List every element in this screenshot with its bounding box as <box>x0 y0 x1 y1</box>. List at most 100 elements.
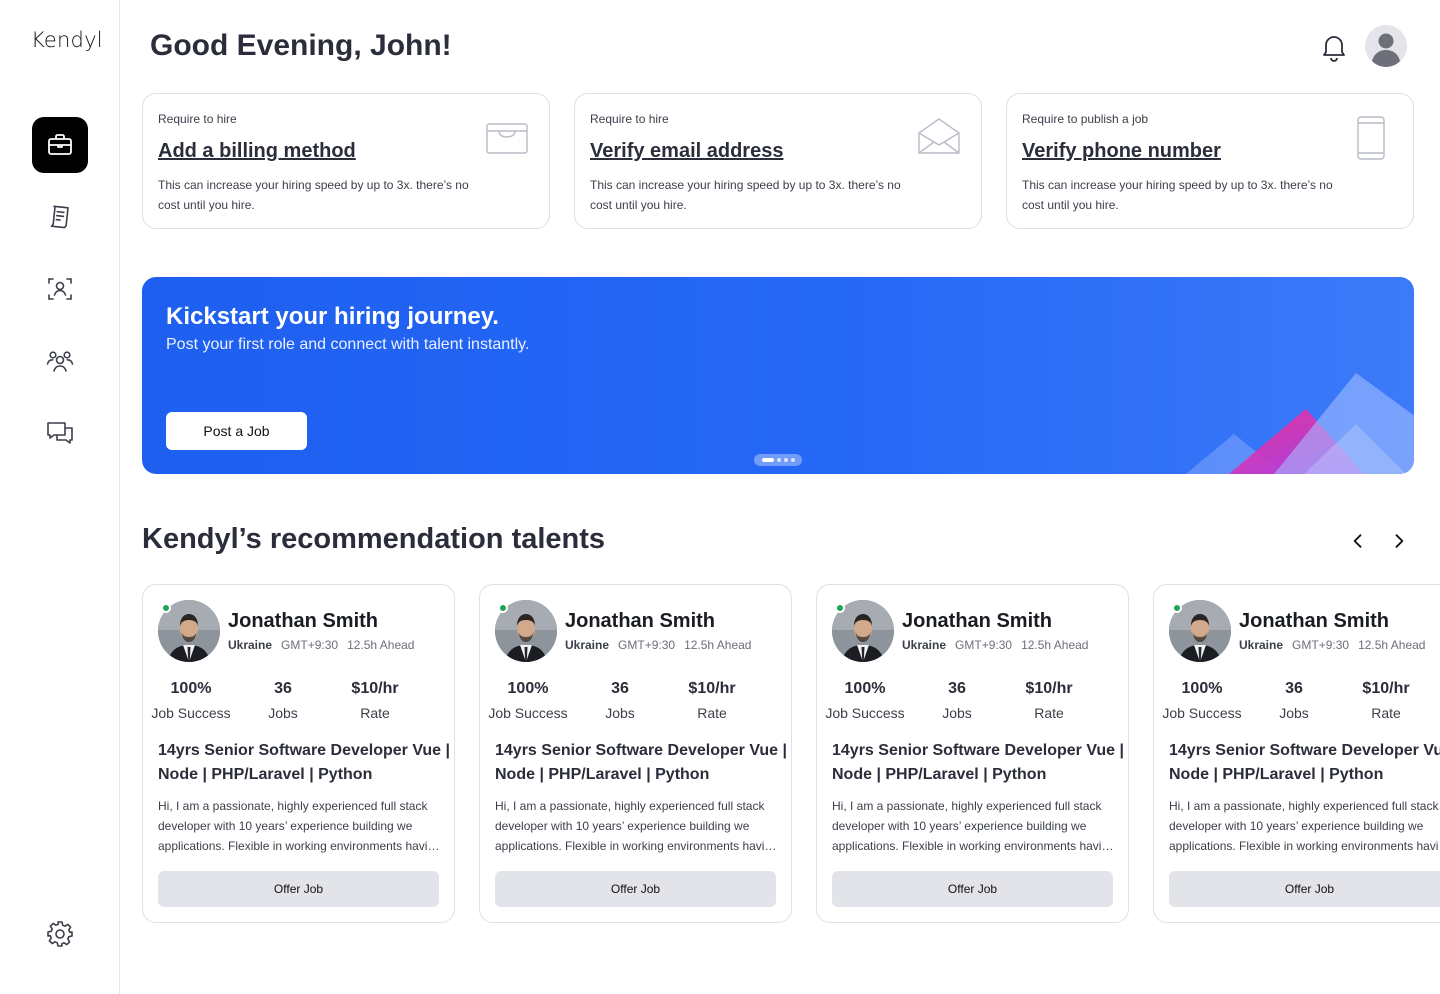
carousel-dot[interactable] <box>783 458 788 462</box>
talent-stat: $10/hr Rate <box>1331 680 1440 721</box>
talent-country: Ukraine <box>902 638 947 652</box>
offer-job-button[interactable]: Offer Job <box>158 871 439 907</box>
verify-phone-link[interactable]: Verify phone number <box>1022 140 1398 163</box>
gear-icon <box>47 921 73 947</box>
talent-name[interactable]: Jonathan Smith <box>902 610 1052 633</box>
sidebar: Kendyl <box>0 0 120 994</box>
sidebar-item-team[interactable] <box>32 333 88 389</box>
team-icon <box>46 351 74 372</box>
stat-label: Rate <box>1034 705 1064 721</box>
talent-bio: Hi, I am a passionate, highly experience… <box>1169 799 1440 853</box>
page-title: Good Evening, John! <box>150 29 452 62</box>
user-icon <box>1365 25 1407 67</box>
talent-headline: 14yrs Senior Software Developer Vue | No… <box>1169 742 1440 783</box>
talent-timezone: GMT+9:30 <box>281 638 339 652</box>
offer-job-button[interactable]: Offer Job <box>832 871 1113 907</box>
stat-value: $10/hr <box>351 680 399 697</box>
talent-card[interactable]: Jonathan Smith Ukraine GMT+9:30 12.5h Ahea… <box>816 584 1129 923</box>
section-title: Kendyl’s recommendation talents <box>142 523 606 555</box>
talent-name[interactable]: Jonathan Smith <box>1239 610 1389 633</box>
carousel-indicator <box>754 454 802 466</box>
carousel-dot[interactable] <box>790 458 795 462</box>
talent-location: Ukraine GMT+9:30 12.5h Ahead <box>228 638 414 652</box>
requirement-card-phone[interactable]: Require to publish a job Verify phone nu… <box>1006 93 1414 229</box>
carousel-next-button[interactable] <box>1386 528 1412 554</box>
requirement-card-email[interactable]: Require to hire Verify email address Thi… <box>574 93 982 229</box>
requirement-description: This can increase your hiring speed by u… <box>590 178 901 212</box>
stat-value: $10/hr <box>688 680 736 697</box>
sidebar-item-jobs[interactable] <box>32 117 88 173</box>
talent-name[interactable]: Jonathan Smith <box>228 610 378 633</box>
talent-country: Ukraine <box>1239 638 1284 652</box>
carousel-dot[interactable] <box>776 458 781 462</box>
talent-time-ahead: 12.5h Ahead <box>1021 638 1089 652</box>
talent-bio: Hi, I am a passionate, highly experience… <box>495 799 778 853</box>
verify-email-link[interactable]: Verify email address <box>590 140 966 163</box>
envelope-icon <box>918 118 960 154</box>
talent-card[interactable]: Jonathan Smith Ukraine GMT+9:30 12.5h Ahea… <box>479 584 792 923</box>
stat-label: Rate <box>697 705 727 721</box>
banner-title: Kickstart your hiring journey. <box>166 303 499 330</box>
talent-location: Ukraine GMT+9:30 12.5h Ahead <box>1239 638 1425 652</box>
add-billing-method-link[interactable]: Add a billing method <box>158 140 534 163</box>
talent-stat: $10/hr Rate <box>657 680 767 721</box>
talent-time-ahead: 12.5h Ahead <box>684 638 752 652</box>
online-status-dot <box>1172 603 1182 613</box>
requirement-description: This can increase your hiring speed by u… <box>158 178 469 212</box>
talent-country: Ukraine <box>228 638 273 652</box>
talent-stat: $10/hr Rate <box>320 680 430 721</box>
chevron-left-icon <box>1353 534 1362 548</box>
sidebar-item-settings[interactable] <box>32 906 88 962</box>
talent-time-ahead: 12.5h Ahead <box>1358 638 1426 652</box>
online-status-dot <box>161 603 171 613</box>
banner-subtitle: Post your first role and connect with ta… <box>166 336 530 353</box>
document-icon <box>50 205 69 229</box>
talent-card[interactable]: Jonathan Smith Ukraine GMT+9:30 12.5h Ahea… <box>142 584 455 923</box>
online-status-dot <box>498 603 508 613</box>
bell-icon <box>1323 36 1345 62</box>
requirement-kicker: Require to hire <box>158 112 237 126</box>
talent-time-ahead: 12.5h Ahead <box>347 638 415 652</box>
user-avatar[interactable] <box>1365 25 1407 67</box>
talent-headline: 14yrs Senior Software Developer Vue | No… <box>832 742 1124 783</box>
requirement-kicker: Require to publish a job <box>1022 112 1149 126</box>
banner-decoration <box>1186 373 1414 474</box>
hiring-banner: Kickstart your hiring journey. Post your… <box>142 277 1414 474</box>
phone-icon <box>1357 116 1385 160</box>
talent-bio: Hi, I am a passionate, highly experience… <box>832 799 1115 853</box>
offer-job-button[interactable]: Offer Job <box>1169 871 1440 907</box>
stat-value: $10/hr <box>1025 680 1073 697</box>
scan-user-icon <box>48 278 72 300</box>
talent-card[interactable]: Jonathan Smith Ukraine GMT+9:30 12.5h Ahea… <box>1153 584 1440 923</box>
briefcase-icon <box>48 134 72 155</box>
carousel-prev-button[interactable] <box>1345 528 1371 554</box>
talent-name[interactable]: Jonathan Smith <box>565 610 715 633</box>
sidebar-item-messages[interactable] <box>32 405 88 461</box>
stat-label: Rate <box>360 705 390 721</box>
talent-location: Ukraine GMT+9:30 12.5h Ahead <box>565 638 751 652</box>
talent-headline: 14yrs Senior Software Developer Vue | No… <box>495 742 787 783</box>
requirement-kicker: Require to hire <box>590 112 669 126</box>
talent-country: Ukraine <box>565 638 610 652</box>
sidebar-item-talent-search[interactable] <box>32 261 88 317</box>
notifications-button[interactable] <box>1318 31 1350 63</box>
carousel-dot[interactable] <box>761 458 774 462</box>
post-job-button[interactable]: Post a Job <box>166 412 307 450</box>
talent-location: Ukraine GMT+9:30 12.5h Ahead <box>902 638 1088 652</box>
requirement-card-billing[interactable]: Require to hire Add a billing method Thi… <box>142 93 550 229</box>
chevron-right-icon <box>1395 534 1404 548</box>
sidebar-item-contracts[interactable] <box>32 189 88 245</box>
talent-timezone: GMT+9:30 <box>1292 638 1350 652</box>
offer-job-button[interactable]: Offer Job <box>495 871 776 907</box>
stat-value: $10/hr <box>1362 680 1410 697</box>
online-status-dot <box>835 603 845 613</box>
talent-headline: 14yrs Senior Software Developer Vue | No… <box>158 742 450 783</box>
talent-timezone: GMT+9:30 <box>955 638 1013 652</box>
talent-bio: Hi, I am a passionate, highly experience… <box>158 799 441 853</box>
talent-stat: $10/hr Rate <box>994 680 1104 721</box>
stat-label: Rate <box>1371 705 1401 721</box>
kendyl-logo[interactable]: Kendyl <box>31 28 103 52</box>
chat-icon <box>47 422 73 444</box>
requirement-description: This can increase your hiring speed by u… <box>1022 178 1333 212</box>
talent-timezone: GMT+9:30 <box>618 638 676 652</box>
